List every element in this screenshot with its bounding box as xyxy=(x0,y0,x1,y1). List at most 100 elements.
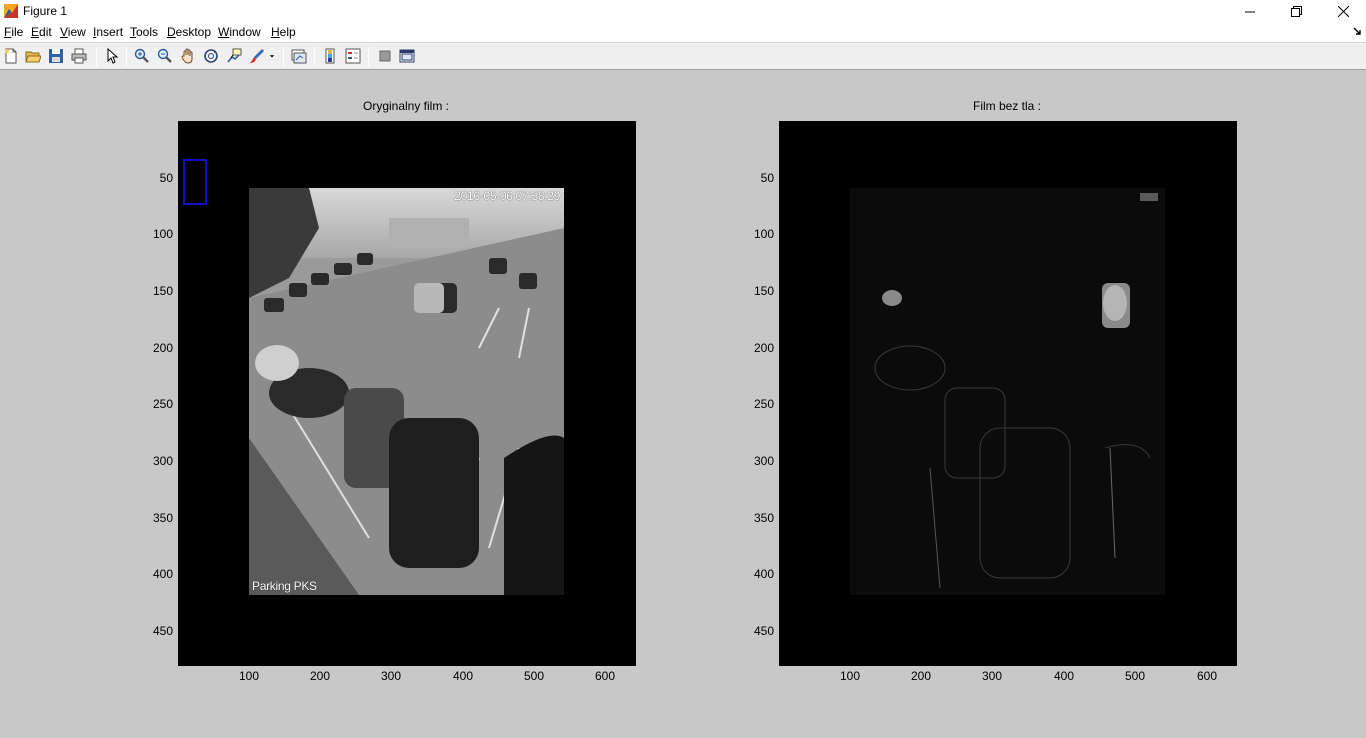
open-file-button[interactable] xyxy=(24,47,42,65)
show-plot-tools-icon xyxy=(399,49,415,63)
ytick-right-150: 150 xyxy=(753,284,774,298)
ytick-right-450: 450 xyxy=(753,624,774,638)
menu-edit[interactable]: Edit xyxy=(31,25,52,39)
ytick-left-400: 400 xyxy=(152,567,173,581)
ytick-left-350: 350 xyxy=(152,511,173,525)
zoom-in-icon xyxy=(134,48,149,63)
ytick-right-350: 350 xyxy=(753,511,774,525)
xtick-left-100: 100 xyxy=(238,669,260,683)
axes-right[interactable] xyxy=(779,121,1237,666)
rotate-3d-button[interactable] xyxy=(202,47,220,65)
ytick-left-250: 250 xyxy=(152,397,173,411)
figure-toolbar xyxy=(0,42,1366,70)
edit-plot-button[interactable] xyxy=(103,47,121,65)
print-icon xyxy=(71,48,87,64)
close-icon xyxy=(1337,6,1349,17)
ytick-right-300: 300 xyxy=(753,454,774,468)
pan-button[interactable] xyxy=(179,47,197,65)
data-cursor-button[interactable] xyxy=(225,47,243,65)
xtick-right-600: 600 xyxy=(1196,669,1218,683)
open-file-icon xyxy=(25,51,41,63)
xtick-left-300: 300 xyxy=(380,669,402,683)
chevron-down-icon xyxy=(269,55,275,58)
axes-left-title: Oryginalny film : xyxy=(362,99,450,113)
pan-hand-icon xyxy=(181,48,193,64)
foreground-mask-image xyxy=(850,188,1165,595)
insert-legend-button[interactable] xyxy=(344,47,362,65)
new-figure-button[interactable] xyxy=(2,47,20,65)
link-plot-button[interactable] xyxy=(290,47,308,65)
window-title: Figure 1 xyxy=(23,4,68,18)
background-subtracted-frame xyxy=(850,188,1165,595)
ytick-left-100: 100 xyxy=(152,227,173,241)
xtick-right-400: 400 xyxy=(1053,669,1075,683)
minimize-icon xyxy=(1244,11,1255,13)
xtick-right-500: 500 xyxy=(1124,669,1146,683)
dock-arrow-icon[interactable] xyxy=(1353,27,1363,37)
toolbar-separator xyxy=(283,47,284,66)
menu-help[interactable]: Help xyxy=(271,25,296,39)
axes-right-title: Film bez tla : xyxy=(972,99,1041,113)
ytick-left-450: 450 xyxy=(152,624,173,638)
save-icon xyxy=(49,49,63,63)
menu-file[interactable]: File xyxy=(4,25,23,39)
hide-plot-tools-icon xyxy=(379,50,391,62)
ytick-left-150: 150 xyxy=(152,284,173,298)
matlab-logo-icon xyxy=(4,4,18,18)
xtick-left-600: 600 xyxy=(594,669,616,683)
xtick-right-100: 100 xyxy=(839,669,861,683)
ytick-right-250: 250 xyxy=(753,397,774,411)
menu-window[interactable]: Window xyxy=(218,25,261,39)
edit-plot-arrow-icon xyxy=(107,48,119,64)
axes-left[interactable]: 2016-05-06 07:58:29 Parking PKS xyxy=(178,121,636,666)
xtick-left-500: 500 xyxy=(523,669,545,683)
video-timestamp: 2016-05-06 07:58:29 xyxy=(454,189,560,203)
minimize-button[interactable] xyxy=(1227,0,1273,23)
menu-view[interactable]: View xyxy=(60,25,86,39)
video-caption: Parking PKS xyxy=(252,579,317,593)
parking-lot-image xyxy=(249,188,564,595)
menu-insert[interactable]: Insert xyxy=(93,25,123,39)
brush-icon xyxy=(250,49,264,63)
ytick-left-50: 50 xyxy=(159,171,173,185)
close-button[interactable] xyxy=(1320,0,1366,23)
original-video-frame: 2016-05-06 07:58:29 Parking PKS xyxy=(249,188,564,595)
rotate-3d-icon xyxy=(204,49,218,63)
toolbar-separator xyxy=(126,47,127,66)
ytick-right-100: 100 xyxy=(753,227,774,241)
toolbar-separator xyxy=(96,47,97,66)
detection-bounding-box xyxy=(183,159,207,205)
zoom-out-button[interactable] xyxy=(156,47,174,65)
restore-button[interactable] xyxy=(1273,0,1319,23)
restore-icon xyxy=(1290,6,1302,17)
menu-bar: File Edit View Insert Tools Desktop Wind… xyxy=(0,23,1366,42)
xtick-right-200: 200 xyxy=(910,669,932,683)
title-bar: Figure 1 xyxy=(0,0,1366,23)
print-button[interactable] xyxy=(70,47,88,65)
menu-desktop[interactable]: Desktop xyxy=(167,25,211,39)
new-figure-icon xyxy=(5,48,17,64)
xtick-right-300: 300 xyxy=(981,669,1003,683)
ytick-right-200: 200 xyxy=(753,341,774,355)
colorbar-icon xyxy=(325,48,335,64)
xtick-left-200: 200 xyxy=(309,669,331,683)
hide-plot-tools-button[interactable] xyxy=(376,47,394,65)
legend-icon xyxy=(345,48,361,64)
ytick-left-300: 300 xyxy=(152,454,173,468)
ytick-right-400: 400 xyxy=(753,567,774,581)
xtick-left-400: 400 xyxy=(452,669,474,683)
link-plot-icon xyxy=(291,49,307,64)
toolbar-separator xyxy=(368,47,369,66)
brush-dropdown[interactable] xyxy=(266,47,278,65)
zoom-in-button[interactable] xyxy=(133,47,151,65)
ytick-left-200: 200 xyxy=(152,341,173,355)
insert-colorbar-button[interactable] xyxy=(321,47,339,65)
show-plot-tools-button[interactable] xyxy=(398,47,416,65)
zoom-out-icon xyxy=(157,48,172,63)
menu-tools[interactable]: Tools xyxy=(130,25,158,39)
ytick-right-50: 50 xyxy=(760,171,774,185)
save-button[interactable] xyxy=(47,47,65,65)
brush-button[interactable] xyxy=(248,47,266,65)
data-cursor-icon xyxy=(227,48,242,63)
toolbar-separator xyxy=(314,47,315,66)
